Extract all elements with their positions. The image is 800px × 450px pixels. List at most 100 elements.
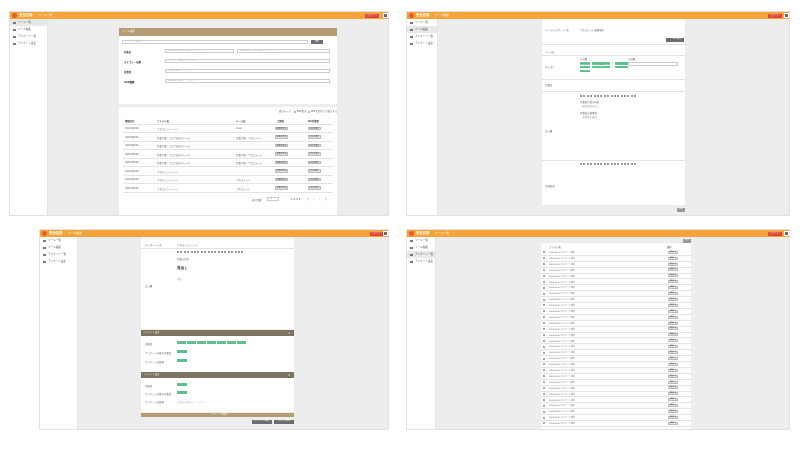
sidebar-item-tool-list[interactable]: ツール一覧 [407, 19, 437, 26]
edit-button[interactable]: 編集する [668, 404, 678, 408]
survey-tag[interactable] [177, 341, 186, 344]
detail-button[interactable]: 詳細を見る [275, 126, 288, 130]
save-survey-button[interactable]: アンケートを保存 [274, 420, 294, 424]
sidebar-item-tool-edit[interactable]: ツール編集 [10, 26, 47, 33]
edit-button[interactable]: 編集する [668, 351, 678, 354]
sidebar-item-tool-edit[interactable]: ツール編集 [407, 244, 435, 251]
toolbar-button-icon[interactable] [596, 94, 599, 97]
survey-tag[interactable] [177, 350, 187, 353]
detail-button[interactable]: 詳細を見る [275, 177, 288, 181]
row-checkbox[interactable] [543, 274, 545, 277]
category-tag[interactable]: 作業手順書 [580, 62, 590, 65]
toolbar-button-icon[interactable] [610, 94, 613, 97]
row-checkbox[interactable] [543, 304, 545, 307]
row-checkbox[interactable] [543, 375, 545, 378]
toolbar-button-icon[interactable] [221, 250, 224, 253]
sidebar-item-survey-list[interactable]: アンケート一覧 [40, 251, 77, 258]
edit-button[interactable]: 編集する [668, 392, 678, 396]
date-end-input[interactable]: 対象期間(終了日)を選択してください [237, 49, 330, 53]
toolbar-button-icon[interactable] [593, 162, 596, 165]
gas-select[interactable]: GAS種類を選択してください [165, 79, 330, 83]
search-button[interactable]: 検索 [311, 40, 323, 44]
toolbar-button-icon[interactable] [603, 162, 606, 165]
row-checkbox[interactable] [543, 269, 545, 271]
sidebar-item-survey-settings[interactable]: アンケート設定 [10, 40, 47, 47]
sidebar-item-tool-list[interactable]: ツール一覧 [407, 237, 435, 244]
row-checkbox[interactable] [543, 298, 545, 301]
toolbar-button-icon[interactable] [634, 162, 637, 165]
sidebar-item-tool-edit[interactable]: ツール編集 [40, 244, 77, 251]
sidebar-item-survey-list[interactable]: アンケート一覧 [10, 33, 47, 40]
pager-last-icon[interactable]: ›| [325, 198, 327, 201]
survey-tag[interactable] [217, 341, 226, 344]
edit-button[interactable]: 編集する [668, 315, 678, 319]
open-pdf-button[interactable]: PDFを開く [308, 169, 321, 173]
row-checkbox[interactable] [543, 381, 545, 384]
add-tool-button[interactable]: ツールを追加 [666, 38, 684, 42]
row-checkbox[interactable] [543, 251, 545, 254]
open-pdf-button[interactable]: PDFを開く [308, 126, 321, 130]
detail-button[interactable]: 詳細を見る [275, 152, 288, 156]
avatar[interactable] [784, 231, 789, 236]
toolbar-button-icon[interactable] [607, 94, 610, 97]
row-checkbox[interactable] [543, 339, 545, 342]
logout-button[interactable]: ログアウト [370, 231, 384, 236]
open-pdf-button[interactable]: PDFを開く [308, 143, 321, 147]
category-tag[interactable]: アセスメント [591, 62, 604, 65]
editor-text[interactable]: 本文 [177, 277, 182, 281]
open-pdf-button[interactable]: PDFを開く [308, 135, 321, 139]
add-survey-bar[interactable]: アンケートを追加 [141, 413, 294, 417]
toolbar-button-icon[interactable] [590, 162, 593, 165]
display-option-tab[interactable]: PDFを別タブで表示する [308, 109, 337, 113]
survey-tag[interactable] [177, 391, 187, 394]
toolbar-button-icon[interactable] [630, 162, 633, 165]
category-tag[interactable]: 点検表 [603, 62, 610, 65]
display-option-pdf[interactable]: PDF表示 [294, 109, 306, 113]
toolbar-button-icon[interactable] [586, 94, 589, 97]
row-checkbox[interactable] [543, 316, 545, 319]
open-pdf-button[interactable]: PDFを開く [308, 186, 321, 190]
category-select[interactable]: カテゴリーを選択してください [165, 59, 330, 63]
toolbar-button-icon[interactable] [603, 94, 606, 97]
survey-tag[interactable] [177, 359, 187, 362]
row-checkbox[interactable] [543, 345, 545, 348]
toolbar-button-icon[interactable] [190, 250, 193, 253]
edit-button[interactable]: 編集する [668, 345, 678, 349]
close-icon[interactable]: ✕ [288, 373, 291, 377]
survey-tag[interactable] [227, 341, 236, 344]
toolbar-button-icon[interactable] [590, 94, 593, 97]
edit-button[interactable]: 編集する [668, 368, 678, 372]
toolbar-button-icon[interactable] [197, 250, 200, 253]
worker-select[interactable]: 作業者を選択してください [165, 69, 330, 73]
editor-heading[interactable]: 見出し [177, 266, 188, 271]
toolbar-button-icon[interactable] [593, 94, 596, 97]
category-tag[interactable]: 作業手順書 [580, 69, 590, 73]
toolbar-button-icon[interactable] [627, 94, 630, 97]
row-checkbox[interactable] [543, 404, 545, 407]
row-checkbox[interactable] [543, 351, 545, 354]
edit-button[interactable]: 編集する [668, 286, 678, 290]
sidebar-item-survey-list[interactable]: アンケート一覧 [407, 33, 437, 40]
toolbar-button-icon[interactable] [193, 250, 196, 253]
toolbar-button-icon[interactable] [613, 162, 616, 165]
open-pdf-button[interactable]: PDFを開く [308, 177, 321, 181]
toolbar-button-icon[interactable] [617, 162, 620, 165]
row-checkbox[interactable] [543, 310, 545, 313]
toolbar-button-icon[interactable] [238, 250, 241, 253]
edit-button[interactable]: 編集する [668, 274, 678, 278]
edit-button[interactable]: 編集する [668, 421, 678, 425]
toolbar-button-icon[interactable] [583, 162, 586, 165]
row-checkbox[interactable] [543, 357, 545, 360]
open-pdf-button[interactable]: PDFを開く [308, 152, 321, 156]
editor-text[interactable]: ・保護具の着用 [580, 115, 597, 119]
sidebar-item-survey-list[interactable]: アンケート一覧 [407, 251, 435, 258]
sidebar-item-tool-list[interactable]: ツール一覧 [40, 237, 77, 244]
row-checkbox[interactable] [543, 416, 545, 419]
toolbar-button-icon[interactable] [624, 94, 627, 97]
detail-button[interactable]: 詳細を見る [275, 186, 288, 190]
open-pdf-button[interactable]: PDFを開く [308, 160, 321, 164]
row-checkbox[interactable] [543, 286, 545, 289]
pager-prev-icon[interactable]: ‹ [313, 198, 314, 201]
category-tag[interactable]: 作業手順書 [580, 65, 590, 69]
toolbar-button-icon[interactable] [231, 250, 234, 253]
